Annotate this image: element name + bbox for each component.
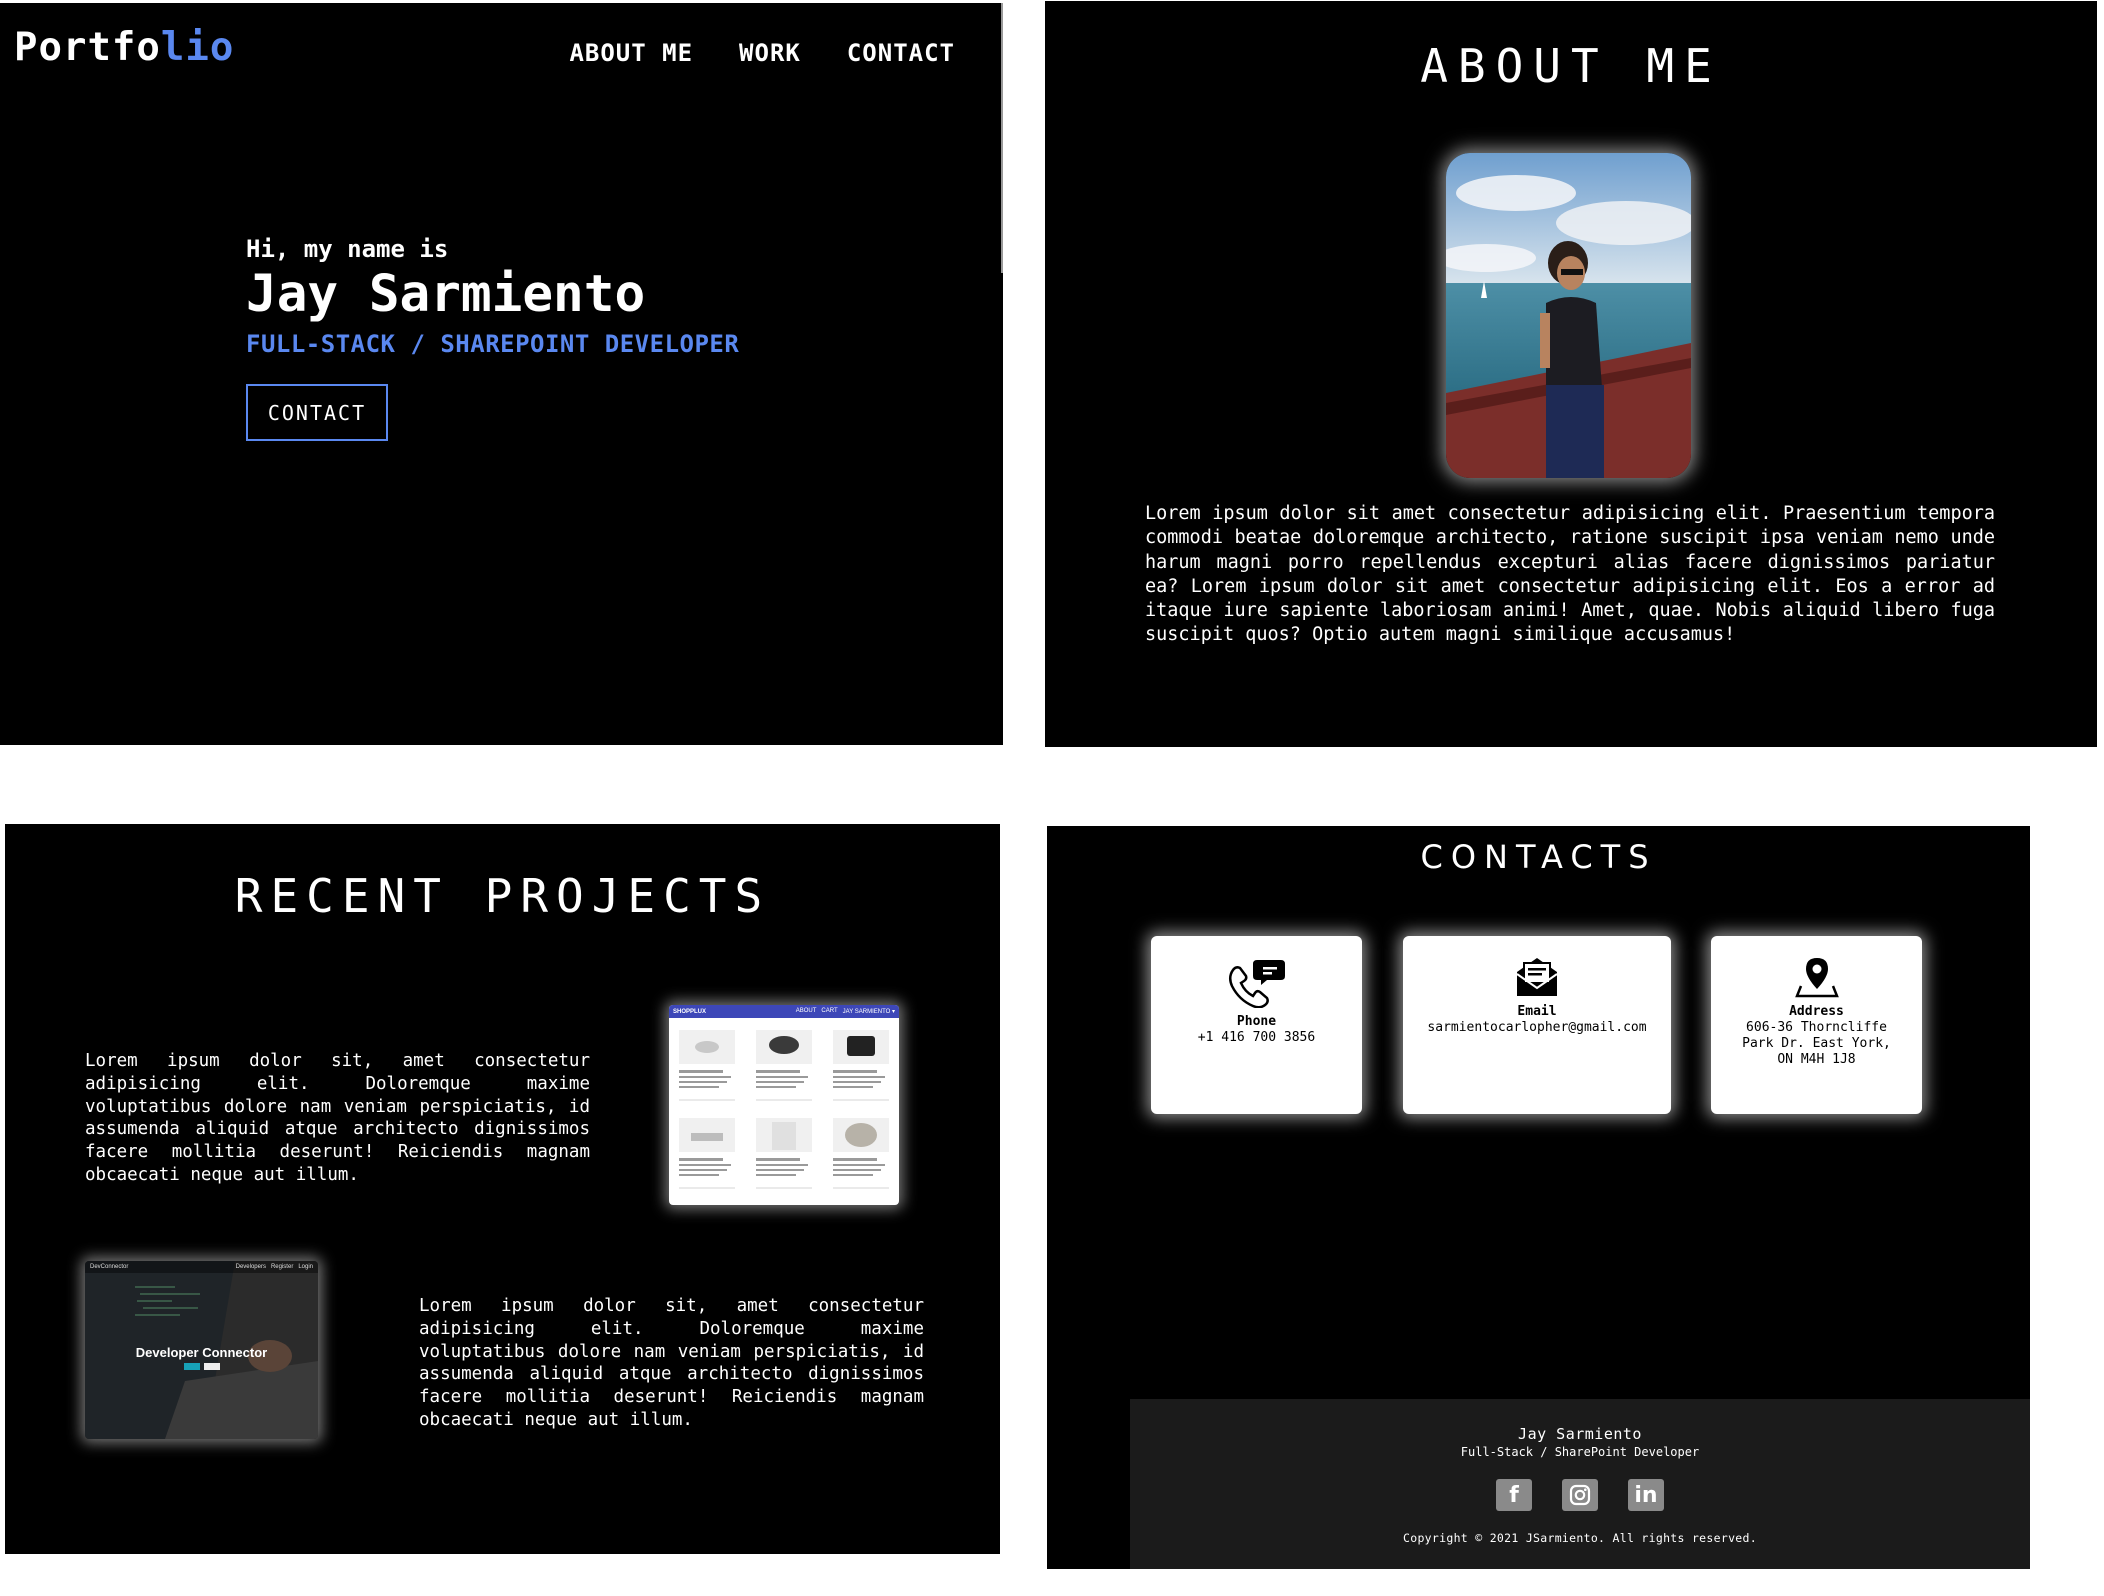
hero-greeting: Hi, my name is bbox=[246, 235, 449, 263]
email-open-icon bbox=[1516, 958, 1558, 996]
nav-contact[interactable]: CONTACT bbox=[847, 39, 955, 67]
shot-2-heading: Developer Connector bbox=[135, 1345, 268, 1360]
email-card[interactable]: Email sarmientocarlopher@gmail.com bbox=[1403, 936, 1671, 1114]
social-links: f in bbox=[1130, 1479, 2030, 1511]
logo-accent: lio bbox=[160, 25, 235, 70]
phone-label: Phone bbox=[1236, 1014, 1277, 1029]
project-2-screenshot[interactable]: DevConnector Developers Register Login D… bbox=[85, 1261, 318, 1439]
contacts-title: CONTACTS bbox=[1420, 838, 1657, 876]
contact-button[interactable]: CONTACT bbox=[246, 384, 388, 441]
contacts-panel: CONTACTS Phone +1 416 700 3856 Email sar… bbox=[1047, 826, 2030, 1569]
shot-2-nav-item: Login bbox=[298, 1264, 313, 1270]
hero-panel: Portfolio ABOUT ME WORK CONTACT Hi, my n… bbox=[0, 3, 1003, 745]
project-2-description: Lorem ipsum dolor sit, amet consectetur … bbox=[419, 1296, 924, 1430]
email-label: Email bbox=[1517, 1004, 1557, 1019]
nav-about-me[interactable]: ABOUT ME bbox=[569, 39, 693, 67]
project-1-screenshot[interactable]: SHOPPLUX ABOUT CART JAY SARMIENTO ▾ bbox=[669, 1005, 899, 1205]
shot-1-brand: SHOPPLUX bbox=[673, 1008, 707, 1015]
address-card[interactable]: Address 606-36 Thorncliffe Park Dr. East… bbox=[1711, 936, 1922, 1114]
phone-icon bbox=[1228, 960, 1285, 1008]
linkedin-icon[interactable]: in bbox=[1628, 1479, 1664, 1511]
nav-work[interactable]: WORK bbox=[739, 39, 801, 67]
shot-1-nav-item: ABOUT bbox=[795, 1008, 817, 1014]
shot-2-buttons bbox=[85, 1363, 318, 1370]
footer-role: Full-Stack / SharePoint Developer bbox=[1460, 1445, 1700, 1459]
address-value: 606-36 Thorncliffe Park Dr. East York, O… bbox=[1742, 1020, 1891, 1067]
phone-value: +1 416 700 3856 bbox=[1197, 1030, 1316, 1045]
footer-copyright: Copyright © 2021 JSarmiento. All rights … bbox=[1403, 1531, 1757, 1545]
location-pin-icon bbox=[1794, 958, 1839, 998]
instagram-icon[interactable] bbox=[1562, 1479, 1598, 1511]
shot-2-navbar: DevConnector Developers Register Login bbox=[85, 1261, 318, 1273]
about-title: ABOUT ME bbox=[1420, 39, 1722, 93]
email-value[interactable]: sarmientocarlopher@gmail.com bbox=[1403, 1020, 1671, 1036]
footer-name: Jay Sarmiento bbox=[1518, 1425, 1642, 1443]
hero-name: Jay Sarmiento bbox=[246, 265, 646, 324]
shot-2-nav-item: Register bbox=[270, 1264, 294, 1270]
scrollbar[interactable] bbox=[1001, 3, 1003, 273]
profile-photo-image bbox=[1446, 153, 1691, 478]
address-label: Address bbox=[1789, 1004, 1844, 1019]
shot-2-nav-item: Developers bbox=[235, 1264, 266, 1270]
hero-role: FULL-STACK / SHAREPOINT DEVELOPER bbox=[246, 330, 740, 358]
shot-1-navbar: SHOPPLUX ABOUT CART JAY SARMIENTO ▾ bbox=[669, 1005, 899, 1018]
site-footer: Jay Sarmiento Full-Stack / SharePoint De… bbox=[1130, 1399, 2030, 1569]
logo-main: Portfo bbox=[14, 25, 161, 70]
facebook-icon[interactable]: f bbox=[1496, 1479, 1532, 1511]
project-1-description: Lorem ipsum dolor sit, amet consectetur … bbox=[85, 1051, 590, 1185]
projects-title: RECENT PROJECTS bbox=[234, 869, 771, 923]
shot-1-nav-item: CART bbox=[821, 1008, 838, 1014]
shot-1-product-grid bbox=[679, 1030, 889, 1189]
shot-2-brand: DevConnector bbox=[90, 1264, 129, 1270]
projects-panel: RECENT PROJECTS Lorem ipsum dolor sit, a… bbox=[5, 824, 1000, 1554]
shot-1-nav-item: JAY SARMIENTO ▾ bbox=[842, 1009, 895, 1015]
portfolio-logo[interactable]: Portfolio bbox=[14, 25, 234, 70]
phone-card[interactable]: Phone +1 416 700 3856 bbox=[1151, 936, 1362, 1114]
main-nav: ABOUT ME WORK CONTACT bbox=[569, 39, 955, 67]
about-text: Lorem ipsum dolor sit amet consectetur a… bbox=[1145, 503, 1995, 646]
about-panel: ABOUT ME Lorem ipsum dolor sit amet cons… bbox=[1045, 1, 2097, 747]
instagram-glyph bbox=[1569, 1484, 1591, 1506]
profile-photo bbox=[1446, 153, 1691, 478]
